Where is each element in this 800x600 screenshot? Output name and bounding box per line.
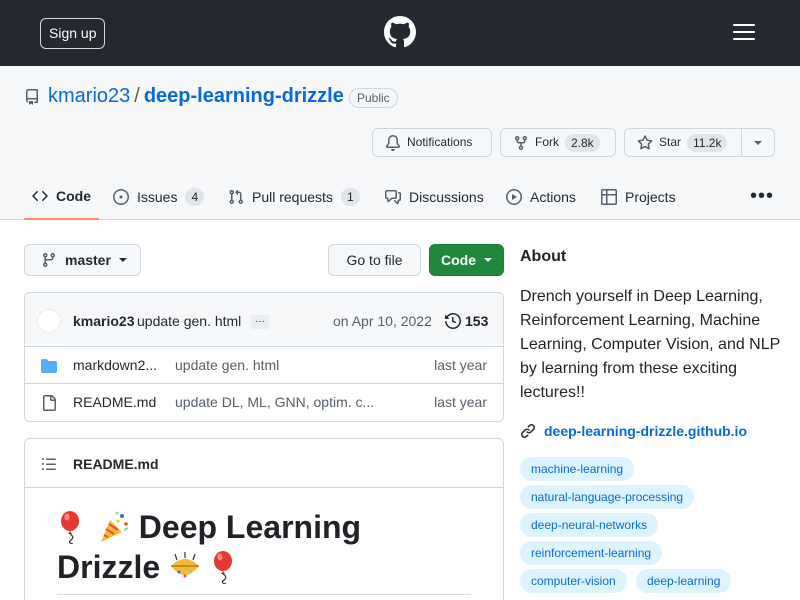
readme-title: Deep Learning Drizzle	[57, 507, 477, 587]
fork-count: 2.8k	[565, 133, 600, 152]
history-icon	[445, 313, 461, 329]
caret-down-icon	[754, 140, 762, 145]
star-label: Star	[659, 135, 682, 149]
commit-date: on Apr 10, 2022	[333, 313, 432, 329]
bell-icon	[385, 134, 400, 151]
branch-select-button[interactable]: master	[24, 244, 141, 276]
topic-tag[interactable]: machine-learning	[520, 457, 635, 481]
topic-tag[interactable]: reinforcement-learning	[520, 541, 663, 565]
code-button-label: Code	[441, 251, 476, 268]
readme-panel: README.md Deep Learning Drizzle	[24, 438, 504, 600]
tab-actions[interactable]: Actions	[506, 174, 576, 220]
repo-owner-link[interactable]: kmario23	[48, 85, 130, 107]
tab-label: Issues	[137, 189, 178, 205]
fork-button[interactable]: Fork 2.8k	[500, 128, 616, 157]
tab-label: Pull requests	[252, 189, 333, 205]
tab-label: Code	[56, 188, 91, 204]
about-heading: About	[520, 248, 567, 265]
file-name-link[interactable]: README.md	[73, 394, 156, 410]
repo-separator: /	[134, 85, 140, 107]
file-commit-message-link[interactable]: update DL, ML, GNN, optim. c...	[175, 394, 374, 410]
pull-request-icon	[229, 189, 244, 205]
file-date: last year	[434, 357, 487, 373]
pull-requests-count: 1	[340, 188, 360, 206]
topic-tag[interactable]: deep-neural-networks	[520, 513, 659, 537]
more-icon[interactable]: •••	[750, 186, 774, 206]
sign-up-button[interactable]: Sign up	[40, 18, 106, 49]
commit-history-link[interactable]: 153	[445, 313, 488, 329]
list-item[interactable]: markdown2... update gen. html last year	[25, 347, 503, 384]
notifications-label: Notifications	[407, 135, 473, 149]
github-logo-icon[interactable]	[384, 16, 416, 48]
git-branch-icon	[42, 253, 55, 268]
tab-label: Discussions	[409, 189, 484, 205]
file-commit-message-link[interactable]: update gen. html	[175, 357, 279, 373]
readme-title-line1: Deep Learning	[138, 509, 362, 545]
readme-title-line2: Drizzle	[57, 549, 161, 585]
link-icon	[521, 424, 535, 438]
about-description: Drench yourself in Deep Learning, Reinfo…	[520, 288, 781, 401]
discussions-icon	[385, 190, 401, 204]
balloon-icon	[61, 511, 79, 544]
commit-author-link[interactable]: kmario23	[73, 313, 134, 329]
tab-discussions[interactable]: Discussions	[385, 174, 484, 220]
repo-title: kmario23/deep-learning-drizzle	[48, 85, 344, 108]
topic-tag[interactable]: computer-vision	[520, 569, 627, 593]
expand-commit-button[interactable]: …	[251, 315, 269, 329]
star-icon	[637, 134, 653, 149]
issue-icon	[113, 189, 129, 205]
go-to-file-button[interactable]: Go to file	[328, 244, 421, 276]
notifications-button[interactable]: Notifications	[372, 128, 492, 157]
tab-projects[interactable]: Projects	[601, 174, 676, 220]
balloon-icon	[213, 551, 232, 584]
confetti-ball-icon	[171, 552, 200, 578]
play-icon	[506, 189, 522, 205]
list-item[interactable]: README.md update DL, ML, GNN, optim. c..…	[25, 384, 503, 421]
table-icon	[601, 189, 617, 205]
readme-header-label[interactable]: README.md	[73, 456, 159, 472]
caret-down-icon	[484, 258, 492, 262]
commit-count: 153	[465, 313, 489, 329]
star-count: 11.2k	[687, 133, 728, 152]
menu-icon[interactable]	[733, 24, 755, 42]
file-list: kmario23 update gen. html … on Apr 10, 2…	[24, 292, 504, 422]
latest-commit: kmario23 update gen. html … on Apr 10, 2…	[25, 293, 503, 347]
visibility-badge: Public	[349, 88, 398, 108]
tab-label: Projects	[625, 189, 676, 205]
folder-icon	[41, 359, 57, 373]
homepage-url: deep-learning-drizzle.github.io	[544, 423, 747, 439]
party-popper-icon	[100, 511, 129, 542]
topic-tag[interactable]: deep-learning	[636, 569, 732, 593]
site-header: Sign up	[0, 0, 800, 66]
divider	[57, 594, 471, 595]
tab-issues[interactable]: Issues 4	[113, 174, 205, 220]
file-date: last year	[434, 394, 487, 410]
tab-pull-requests[interactable]: Pull requests 1	[228, 174, 360, 220]
avatar[interactable]	[37, 309, 61, 333]
file-icon	[43, 395, 56, 411]
repository-header: kmario23/deep-learning-drizzle Public No…	[0, 66, 800, 220]
commit-message-link[interactable]: update gen. html	[137, 313, 241, 329]
list-icon[interactable]	[41, 456, 57, 472]
homepage-link[interactable]: deep-learning-drizzle.github.io	[520, 423, 747, 439]
file-name-link[interactable]: markdown2...	[73, 357, 157, 373]
issues-count: 4	[185, 188, 205, 206]
caret-down-icon	[118, 258, 127, 262]
code-button[interactable]: Code	[429, 244, 504, 276]
repo-name-link[interactable]: deep-learning-drizzle	[144, 85, 344, 107]
readme-header: README.md	[25, 439, 503, 488]
fork-icon	[515, 135, 527, 150]
star-list-dropdown[interactable]	[741, 128, 775, 157]
branch-name: master	[65, 251, 111, 268]
code-icon	[32, 190, 48, 202]
star-button[interactable]: Star 11.2k	[624, 128, 742, 157]
tab-label: Actions	[530, 189, 576, 205]
topic-tag[interactable]: natural-language-processing	[520, 485, 695, 509]
repo-icon	[25, 89, 38, 105]
tab-code[interactable]: Code	[24, 174, 99, 220]
fork-label: Fork	[535, 135, 559, 149]
repo-nav: Code Issues 4 Pull requests 1 Discussion…	[0, 174, 800, 220]
